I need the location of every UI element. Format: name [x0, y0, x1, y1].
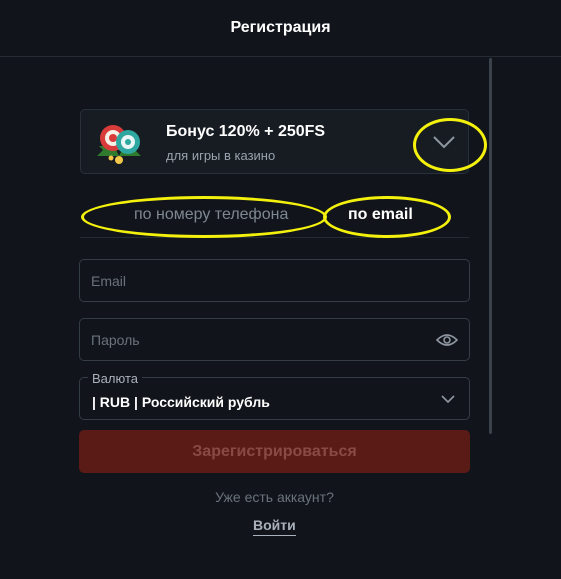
page-title: Регистрация	[230, 19, 331, 36]
register-button[interactable]: Зарегистрироваться	[79, 430, 470, 473]
currency-label: Валюта	[88, 371, 142, 386]
tab-email[interactable]: по email	[348, 206, 413, 224]
registration-method-tabs: по номеру телефона по email	[80, 192, 469, 238]
currency-value: | RUB | Российский рубль	[92, 394, 270, 410]
eye-icon[interactable]	[436, 332, 458, 348]
scrollbar[interactable]	[489, 58, 492, 434]
bonus-subtitle: для игры в казино	[166, 148, 276, 163]
modal-header: Регистрация	[0, 0, 561, 57]
have-account-text: Уже есть аккаунт?	[215, 489, 334, 505]
tab-phone[interactable]: по номеру телефона	[134, 206, 288, 224]
chevron-down-icon[interactable]	[432, 134, 456, 150]
email-field	[79, 259, 470, 302]
casino-chips-icon	[97, 125, 141, 164]
chevron-down-icon	[441, 395, 455, 404]
email-input[interactable]	[91, 260, 421, 301]
password-field	[79, 318, 470, 361]
bonus-selector[interactable]: Бонус 120% + 250FS для игры в казино	[80, 109, 469, 174]
login-link[interactable]: Войти	[253, 517, 296, 536]
bonus-title: Бонус 120% + 250FS	[166, 123, 326, 140]
currency-select[interactable]: Валюта | RUB | Российский рубль	[79, 371, 470, 420]
password-input[interactable]	[91, 319, 421, 360]
